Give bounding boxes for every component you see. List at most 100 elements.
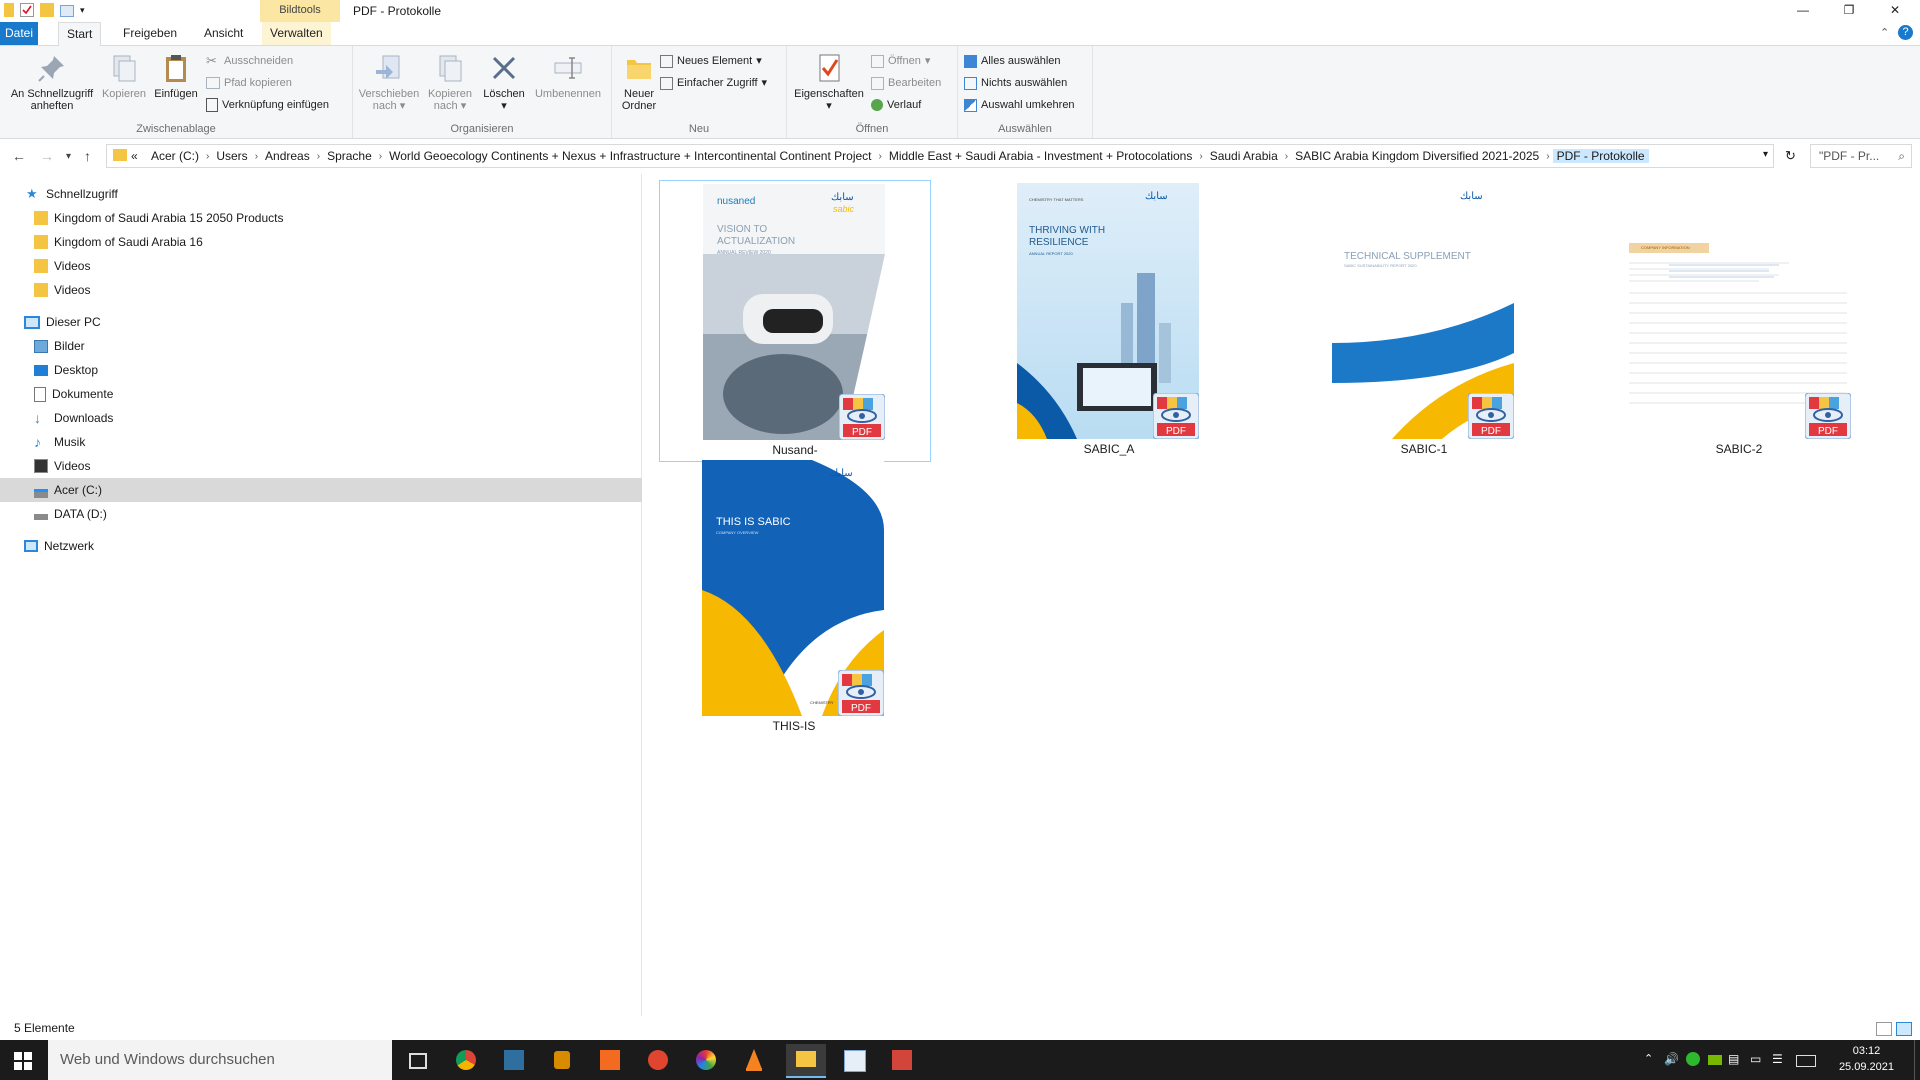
- sidebar-item-dokumente[interactable]: Dokumente: [0, 382, 675, 406]
- sidebar-item-quick-4[interactable]: Videos: [0, 278, 675, 302]
- address-dropdown-icon[interactable]: ▾: [1763, 149, 1768, 160]
- minimize-button[interactable]: —: [1780, 0, 1826, 22]
- vlc-icon[interactable]: [734, 1046, 774, 1074]
- show-desktop-button[interactable]: [1914, 1040, 1920, 1080]
- file-explorer-icon[interactable]: [786, 1044, 826, 1078]
- new-folder-button[interactable]: Neuer Ordner: [616, 52, 662, 112]
- photo-app-icon[interactable]: [494, 1046, 534, 1074]
- file-tile-sabic-a[interactable]: CHEMISTRY THAT MATTERS سابك THRIVING WIT…: [974, 180, 1244, 460]
- file-name[interactable]: SABIC-1: [1289, 442, 1559, 456]
- crumb-andreas[interactable]: Andreas: [261, 149, 314, 163]
- file-tile-sabic-2[interactable]: COMPANY INFORMATION PDF SABIC-2: [1604, 180, 1874, 460]
- open-button[interactable]: Öffnen ▾: [871, 52, 930, 70]
- easy-access-button[interactable]: Einfacher Zugriff ▾: [660, 74, 767, 92]
- overflow-prefix[interactable]: «: [131, 149, 138, 163]
- tab-freigeben[interactable]: Freigeben: [115, 22, 185, 45]
- collapse-ribbon-icon[interactable]: ⌃: [1880, 26, 1889, 39]
- move-to-button[interactable]: Verschieben nach ▾: [357, 52, 421, 112]
- invert-selection-button[interactable]: Auswahl umkehren: [964, 96, 1075, 114]
- pdf-app-icon[interactable]: [834, 1046, 874, 1074]
- sidebar-item-desktop[interactable]: Desktop: [0, 358, 675, 382]
- details-view-icon[interactable]: [1876, 1022, 1892, 1036]
- file-name[interactable]: SABIC-2: [1604, 442, 1874, 456]
- app-icon[interactable]: [542, 1046, 582, 1074]
- notification-icon[interactable]: ☰: [1772, 1052, 1788, 1068]
- copy-path-button[interactable]: Pfad kopieren: [206, 74, 292, 92]
- select-all-button[interactable]: Alles auswählen: [964, 52, 1061, 70]
- sidebar-item-bilder[interactable]: Bilder: [0, 334, 675, 358]
- chevron-right-icon[interactable]: ›: [203, 151, 212, 162]
- address-bar[interactable]: « Acer (C:) › Users › Andreas › Sprache › Wo…: [106, 144, 1796, 168]
- security-check-icon[interactable]: [1686, 1052, 1700, 1066]
- new-item-button[interactable]: Neues Element ▾: [660, 52, 762, 70]
- forward-arrow-icon[interactable]: →: [40, 148, 54, 164]
- refresh-icon[interactable]: ↻: [1785, 148, 1796, 164]
- sidebar-item-quick-2[interactable]: Kingdom of Saudi Arabia 16: [0, 230, 675, 254]
- tab-verwalten[interactable]: Verwalten: [262, 22, 331, 45]
- chevron-right-icon[interactable]: ›: [252, 151, 261, 162]
- help-icon[interactable]: ?: [1898, 25, 1913, 40]
- crumb-sabic[interactable]: SABIC Arabia Kingdom Diversified 2021-20…: [1291, 149, 1543, 163]
- sidebar-item-downloads[interactable]: ↓ Downloads: [0, 406, 675, 430]
- chevron-down-icon[interactable]: ▾: [80, 3, 88, 17]
- keyboard-icon[interactable]: [1796, 1055, 1816, 1067]
- copy-to-button[interactable]: Kopieren nach ▾: [423, 52, 477, 112]
- chevron-right-icon[interactable]: ›: [314, 151, 323, 162]
- sidebar-item-data-d[interactable]: DATA (D:): [0, 502, 675, 526]
- properties-check-icon[interactable]: [20, 3, 34, 17]
- crumb-current[interactable]: PDF - Protokolle: [1552, 149, 1649, 163]
- history-button[interactable]: Verlauf: [871, 96, 921, 114]
- chevron-right-icon[interactable]: ›: [876, 151, 885, 162]
- search-input[interactable]: "PDF - Pr... ⌕: [1810, 144, 1912, 168]
- chevron-right-icon[interactable]: ›: [1282, 151, 1291, 162]
- nvidia-icon[interactable]: [1708, 1055, 1722, 1065]
- tab-datei[interactable]: Datei: [0, 22, 38, 45]
- large-icons-view-icon[interactable]: [1896, 1022, 1912, 1036]
- crumb-world-geoecology[interactable]: World Geoecology Continents + Nexus + In…: [385, 149, 875, 163]
- volume-icon[interactable]: 🔊: [1664, 1052, 1680, 1068]
- battery-icon[interactable]: ▭: [1750, 1052, 1766, 1068]
- folder-icon[interactable]: [4, 3, 14, 17]
- file-name[interactable]: SABIC_A: [974, 442, 1244, 456]
- crumb-middle-east[interactable]: Middle East + Saudi Arabia - Investment …: [885, 149, 1197, 163]
- restore-button[interactable]: ❐: [1826, 0, 1872, 22]
- sidebar-item-quick-3[interactable]: Videos: [0, 254, 675, 278]
- edit-button[interactable]: Bearbeiten: [871, 74, 941, 92]
- close-button[interactable]: ✕: [1872, 0, 1918, 22]
- pin-quick-access-button[interactable]: An Schnellzugriff anheften: [6, 52, 98, 112]
- rename-icon[interactable]: [60, 5, 74, 17]
- taskbar-search-input[interactable]: Web und Windows durchsuchen: [48, 1040, 392, 1080]
- app-icon-color[interactable]: [686, 1046, 726, 1074]
- tab-start[interactable]: Start: [58, 22, 102, 46]
- tab-ansicht[interactable]: Ansicht: [196, 22, 251, 45]
- crumb-acer[interactable]: Acer (C:): [147, 149, 203, 163]
- back-arrow-icon[interactable]: ←: [12, 148, 26, 164]
- file-name[interactable]: THIS-IS: [659, 719, 929, 733]
- task-view-icon[interactable]: [396, 1046, 436, 1074]
- chevron-right-icon[interactable]: ›: [1196, 151, 1205, 162]
- clock[interactable]: 03:12 25.09.2021: [1839, 1043, 1894, 1075]
- file-tile-this-is[interactable]: سابك THIS IS SABIC COMPANY OVERVIEW CHEM…: [659, 457, 929, 737]
- search-icon[interactable]: ⌕: [1898, 145, 1905, 167]
- crumb-users[interactable]: Users: [212, 149, 251, 163]
- file-name[interactable]: Nusand-: [660, 443, 930, 457]
- crumb-sprache[interactable]: Sprache: [323, 149, 376, 163]
- sidebar-item-quick-1[interactable]: Kingdom of Saudi Arabia 15 2050 Products: [0, 206, 675, 230]
- chrome-icon[interactable]: [446, 1046, 486, 1074]
- file-tile-nusand[interactable]: nusaned sabic سابك VISION TO ACTUALIZATI…: [659, 180, 931, 462]
- properties-button[interactable]: Eigenschaften ▾: [791, 52, 867, 112]
- new-folder-icon[interactable]: [40, 3, 54, 17]
- sidebar-item-quick-access[interactable]: ★ Schnellzugriff: [0, 182, 667, 206]
- cut-button[interactable]: ✂ Ausschneiden: [206, 52, 293, 70]
- delete-button[interactable]: Löschen ▾: [481, 52, 527, 112]
- windows-start-icon[interactable]: [14, 1052, 32, 1070]
- paste-shortcut-button[interactable]: Verknüpfung einfügen: [206, 96, 329, 114]
- tray-chevron-icon[interactable]: ⌃: [1644, 1052, 1660, 1068]
- sidebar-item-musik[interactable]: ♪ Musik: [0, 430, 675, 454]
- file-tile-sabic-1[interactable]: سابك TECHNICAL SUPPLEMENT SABIC SUSTAINA…: [1289, 180, 1559, 460]
- copy-button[interactable]: Kopieren: [98, 52, 150, 100]
- network-status-icon[interactable]: ▤: [1728, 1052, 1744, 1068]
- paste-button[interactable]: Einfügen: [150, 52, 202, 100]
- sidebar-item-acer-c[interactable]: Acer (C:): [0, 478, 675, 502]
- recent-chevron-icon[interactable]: ▾: [66, 151, 71, 162]
